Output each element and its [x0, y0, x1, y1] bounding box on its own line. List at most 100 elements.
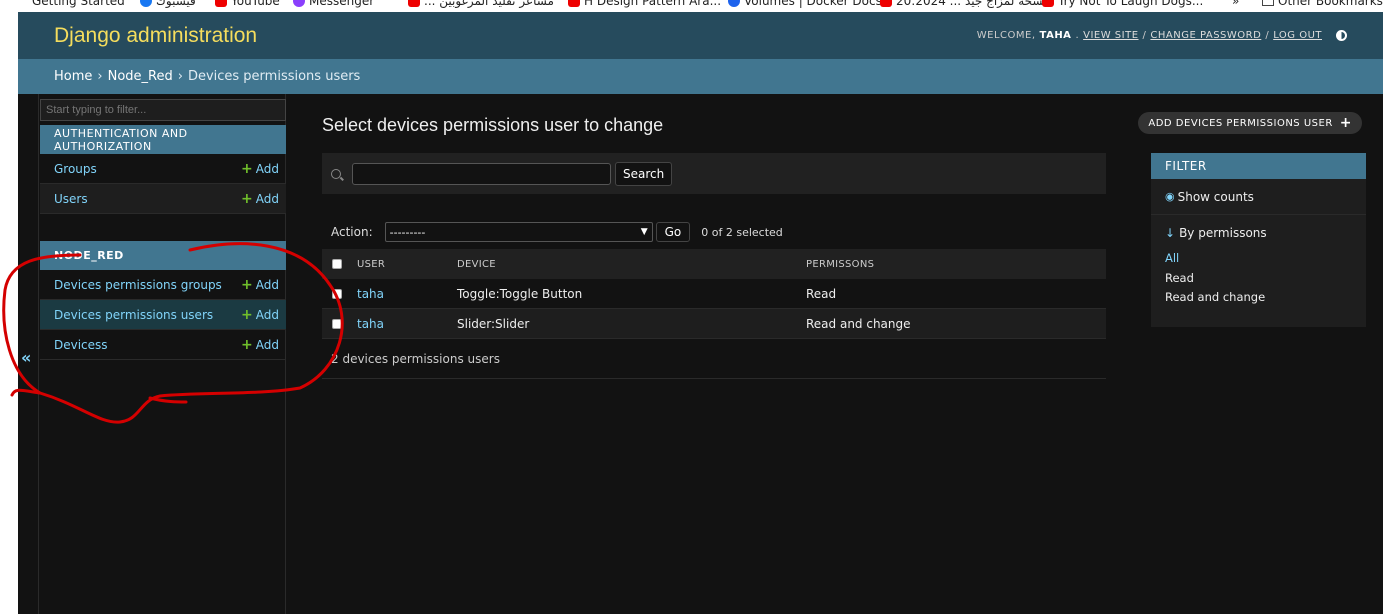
change-password-link[interactable]: CHANGE PASSWORD [1150, 30, 1261, 41]
add-devices-permissions-groups-link[interactable]: + Add [241, 277, 279, 293]
add-users-link[interactable]: + Add [241, 191, 279, 207]
youtube-icon [880, 0, 892, 7]
breadcrumb: Home › Node_Red › Devices permissions us… [18, 59, 1383, 94]
plus-icon: + [241, 336, 253, 353]
module-auth: AUTHENTICATION AND AUTHORIZATION Groups … [40, 125, 286, 214]
action-select[interactable]: --------- ▼ [384, 222, 653, 242]
row-permission: Read [806, 286, 837, 301]
row-user-link[interactable]: taha [357, 287, 384, 301]
plus-icon: + [1339, 115, 1352, 131]
add-groups-link[interactable]: + Add [241, 161, 279, 177]
sidebar-item-users: Users + Add [40, 184, 286, 214]
add-devices-permissions-user-button[interactable]: ADD DEVICES PERMISSIONS USER + [1138, 112, 1362, 134]
admin-page: Django administration WELCOME, TAHA. VIE… [18, 12, 1383, 614]
breadcrumb-current: Devices permissions users [187, 69, 361, 84]
sidebar-item-devices-permissions-users: Devices permissions users + Add [40, 300, 286, 330]
sidebar-link-devices-permissions-groups[interactable]: Devices permissions groups [54, 278, 222, 292]
filter-option-all[interactable]: All [1165, 251, 1366, 271]
row-checkbox[interactable] [332, 288, 342, 299]
search-toolbar: Search [322, 153, 1106, 194]
module-caption-auth[interactable]: AUTHENTICATION AND AUTHORIZATION [40, 125, 286, 154]
sidebar-link-devices-permissions-users[interactable]: Devices permissions users [54, 308, 213, 322]
bookmarks-bar: Getting Started فيسبوك YouTube Messenger… [0, 0, 1383, 12]
nav-filter-input[interactable] [40, 99, 286, 121]
welcome-text: WELCOME, [976, 30, 1036, 41]
add-devices-permissions-users-link[interactable]: + Add [241, 307, 279, 323]
sidebar-item-devices-permissions-groups: Devices permissions groups + Add [40, 270, 286, 300]
filter-section-header[interactable]: ↓ By permissons [1165, 226, 1366, 240]
breadcrumb-home[interactable]: Home [54, 69, 92, 84]
filter-option-read-and-change[interactable]: Read and change [1165, 290, 1366, 310]
show-counts-link[interactable]: ◉ Show counts [1151, 179, 1366, 215]
search-icon [331, 168, 341, 179]
username: TAHA [1039, 30, 1072, 41]
bookmark-messenger[interactable]: Messenger [293, 0, 374, 8]
bookmark-arabic-video-2[interactable]: 20:2024 ... نسخة لمزاج جيد [880, 0, 1046, 8]
bookmarks-overflow[interactable]: » [1232, 0, 1239, 8]
bookmark-docker-volumes[interactable]: Volumes | Docker Docs [728, 0, 882, 8]
paginator: 2 devices permissions users [322, 339, 1106, 379]
bookmark-arabic-video[interactable]: ... مشاعر تقليد المرغوبين [408, 0, 554, 8]
module-caption-node-red[interactable]: NODE_RED [40, 241, 286, 270]
action-label: Action: [331, 225, 373, 239]
sidebar-item-groups: Groups + Add [40, 154, 286, 184]
theme-toggle-icon[interactable] [1336, 30, 1347, 41]
log-out-link[interactable]: LOG OUT [1273, 30, 1322, 41]
go-button[interactable]: Go [655, 222, 691, 242]
plus-icon: + [241, 276, 253, 293]
row-permission: Read and change [806, 316, 911, 331]
sidebar-link-devicess[interactable]: Devicess [54, 338, 108, 352]
filter-option-read[interactable]: Read [1165, 271, 1366, 291]
column-header-device[interactable]: DEVICE [457, 259, 806, 270]
changelist-filter: FILTER ◉ Show counts ↓ By permissons All… [1151, 153, 1366, 327]
chevron-down-icon: ▼ [640, 227, 648, 237]
bookmark-other[interactable]: Other Bookmarks [1262, 0, 1383, 8]
module-node-red: NODE_RED Devices permissions groups + Add… [40, 241, 286, 360]
messenger-icon [293, 0, 305, 7]
plus-icon: + [241, 306, 253, 323]
search-input[interactable] [352, 162, 611, 185]
plus-icon: + [241, 190, 253, 207]
youtube-icon [568, 0, 580, 7]
site-brand[interactable]: Django administration [54, 24, 257, 48]
table-header: USER DEVICE PERMISSONS [322, 249, 1106, 279]
row-user-link[interactable]: taha [357, 317, 384, 331]
admin-header: Django administration WELCOME, TAHA. VIE… [18, 12, 1383, 59]
bookmark-design-pattern[interactable]: H Design Pattern Ara... [568, 0, 721, 8]
sidebar-item-devicess: Devicess + Add [40, 330, 286, 360]
breadcrumb-app[interactable]: Node_Red [108, 69, 173, 84]
sidebar-link-users[interactable]: Users [54, 192, 88, 206]
bookmark-youtube[interactable]: YouTube [215, 0, 280, 8]
action-counter: 0 of 2 selected [701, 225, 783, 239]
folder-icon [1262, 0, 1274, 6]
action-bar: Action: --------- ▼ Go 0 of 2 selected [322, 220, 1106, 244]
results-table: USER DEVICE PERMISSONS taha Toggle:Toggl… [322, 249, 1106, 379]
bookmark-funny-dogs[interactable]: Try Not To Laugh Dogs... [1042, 0, 1203, 8]
column-header-permissions[interactable]: PERMISSONS [806, 259, 1086, 270]
page-title: Select devices permissions user to chang… [322, 115, 664, 135]
arrow-down-icon: ↓ [1165, 226, 1176, 240]
select-all-checkbox[interactable] [332, 259, 342, 269]
filter-title: FILTER [1151, 153, 1366, 179]
bookmark-facebook[interactable]: فيسبوك [140, 0, 196, 8]
add-devicess-link[interactable]: + Add [241, 337, 279, 353]
filter-by-permissions: ↓ By permissons All Read Read and change [1151, 215, 1366, 310]
youtube-icon [215, 0, 227, 7]
row-checkbox[interactable] [332, 318, 342, 329]
column-header-user[interactable]: USER [342, 259, 457, 270]
user-tools: WELCOME, TAHA. VIEW SITE / CHANGE PASSWO… [977, 30, 1347, 41]
eye-icon: ◉ [1165, 190, 1175, 203]
sidebar-collapse-icon[interactable]: « [21, 348, 31, 367]
docker-icon [728, 0, 740, 7]
table-row: taha Toggle:Toggle Button Read [322, 279, 1106, 309]
row-device: Slider:Slider [457, 316, 530, 331]
search-button[interactable]: Search [615, 161, 673, 186]
view-site-link[interactable]: VIEW SITE [1083, 30, 1138, 41]
row-device: Toggle:Toggle Button [457, 286, 583, 301]
plus-icon: + [241, 160, 253, 177]
bookmark-getting-started[interactable]: Getting Started [32, 0, 125, 8]
facebook-icon [140, 0, 152, 7]
sidebar-link-groups[interactable]: Groups [54, 162, 97, 176]
filter-options: All Read Read and change [1165, 251, 1366, 310]
nav-sidebar: AUTHENTICATION AND AUTHORIZATION Groups … [38, 94, 286, 614]
